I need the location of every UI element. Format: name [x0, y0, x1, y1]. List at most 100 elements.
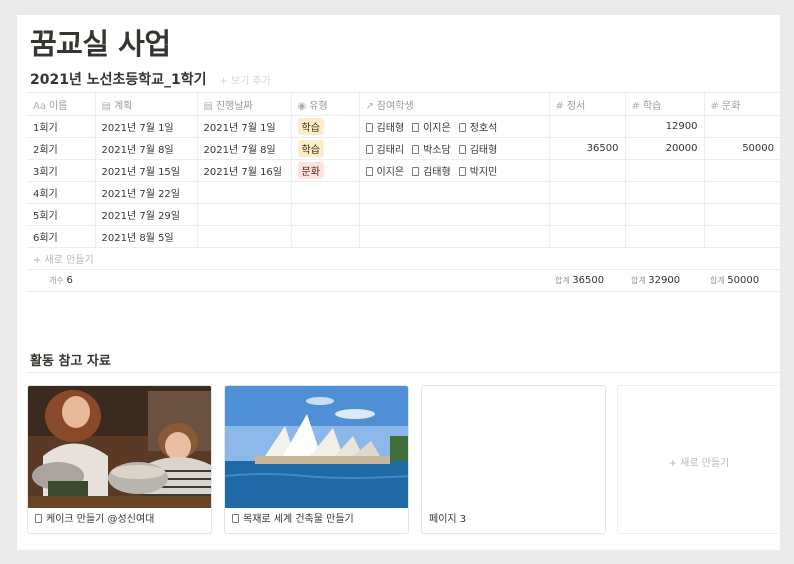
database-title-text: 2021년 노선초등학교_1학기 [30, 72, 207, 88]
cell-type[interactable]: 학습 [291, 115, 360, 138]
cell-students[interactable] [359, 181, 550, 204]
relation-student[interactable]: 김태형 [365, 119, 404, 134]
cell-name[interactable]: 2회기 [27, 137, 96, 160]
column-header-study[interactable]: # 학습 [625, 92, 705, 116]
new-row[interactable]: + 새로 만들기 [27, 247, 780, 270]
column-header-name[interactable]: Aa 이름 [27, 92, 96, 116]
section-title: 활동 참고 자료 [30, 354, 111, 369]
cell-type[interactable] [291, 181, 360, 204]
table-row[interactable]: 3회기 2021년 7월 15일 2021년 7월 16일 문화 이지은 김태형 박지민 [27, 159, 780, 182]
table-row[interactable]: 2회기 2021년 7월 8일 2021년 7월 8일 학습 김태리 박소담 김태형 3650… [27, 137, 780, 160]
relation-student[interactable]: 정호석 [458, 119, 497, 134]
column-header-plan[interactable]: ▤ 계획 [95, 92, 198, 116]
sum-study: 합계 32900 [631, 275, 680, 286]
column-header-students[interactable]: ↗ 참여학생 [359, 92, 550, 116]
relation-student[interactable]: 박지민 [458, 163, 497, 178]
calculation-cell[interactable]: 합계 50000 [704, 269, 780, 292]
new-row-button[interactable]: + 새로 만들기 [27, 247, 780, 270]
table-row[interactable]: 5회기 2021년 7월 29일 [27, 203, 780, 226]
card-label: 목재로 세계 건축물 만들기 [243, 514, 354, 525]
relation-student[interactable]: 이지은 [412, 119, 451, 134]
cell-type[interactable] [291, 203, 360, 226]
cell-students[interactable]: 김태형 이지은 정호석 [359, 115, 550, 138]
table-row[interactable]: 6회기 2021년 8월 5일 [27, 225, 780, 248]
cell-plan[interactable]: 2021년 8월 5일 [95, 225, 198, 248]
cell-study[interactable] [625, 181, 705, 204]
cell-study[interactable] [625, 159, 705, 182]
type-tag: 문화 [297, 162, 324, 179]
cell-study[interactable] [625, 203, 705, 226]
cell-date[interactable] [197, 225, 292, 248]
table-row[interactable]: 1회기 2021년 7월 1일 2021년 7월 1일 학습 김태형 이지은 정호석 1290… [27, 115, 780, 138]
cell-date[interactable]: 2021년 7월 16일 [197, 159, 292, 182]
cell-study[interactable]: 12900 [625, 115, 705, 138]
gallery-card-architecture[interactable]: 목재로 세계 건축물 만들기 [224, 385, 409, 534]
cell-plan[interactable]: 2021년 7월 8일 [95, 137, 198, 160]
column-header-culture[interactable]: # 문화 [704, 92, 780, 116]
relation-student[interactable]: 김태리 [365, 141, 405, 156]
cell-students[interactable]: 이지은 김태형 박지민 [359, 159, 550, 182]
column-header-emotion[interactable]: # 정서 [549, 92, 626, 116]
cell-students[interactable] [359, 225, 550, 248]
student-name: 김태리 [376, 145, 405, 156]
cell-date[interactable]: 2021년 7월 8일 [197, 137, 292, 160]
cell-plan[interactable]: 2021년 7월 1일 [95, 115, 198, 138]
cell-culture[interactable] [704, 181, 780, 204]
table-header-row: Aa 이름 ▤ 계획 ▤ 진행날짜 ◉ 유형 ↗ 참여학생 # 정서 # 학습 # 문화 [27, 92, 780, 116]
gallery-new-card-button[interactable]: + 새로 만들기 [617, 385, 780, 534]
students-property-icon: ↗ [365, 100, 374, 112]
calculation-cell[interactable]: 개수 6 [27, 269, 95, 292]
gallery-card-cake[interactable]: 케이크 만들기 @성신여대 [27, 385, 212, 534]
cell-name[interactable]: 6회기 [27, 225, 96, 248]
cell-emotion[interactable] [549, 181, 626, 204]
column-header-label: 학습 [642, 100, 662, 112]
cell-name[interactable]: 4회기 [27, 181, 96, 204]
cell-emotion[interactable] [549, 203, 626, 226]
cell-type[interactable]: 학습 [291, 137, 360, 160]
cell-type[interactable]: 문화 [291, 159, 360, 182]
cell-plan[interactable]: 2021년 7월 29일 [95, 203, 198, 226]
cell-name[interactable]: 5회기 [27, 203, 96, 226]
cell-type[interactable] [291, 225, 360, 248]
cell-emotion[interactable] [549, 115, 626, 138]
cell-culture[interactable] [704, 115, 780, 138]
cell-culture[interactable] [704, 203, 780, 226]
count-calculation: 개수 6 [49, 275, 73, 286]
column-header-type[interactable]: ◉ 유형 [291, 92, 360, 116]
cell-date[interactable]: 2021년 7월 1일 [197, 115, 292, 138]
cell-students[interactable] [359, 203, 550, 226]
gallery-card-page3[interactable]: 페이지 3 [421, 385, 606, 534]
calculation-cell[interactable]: 합계 32900 [625, 269, 704, 292]
cell-emotion[interactable] [549, 225, 626, 248]
cell-emotion[interactable] [549, 159, 626, 182]
cell-culture[interactable] [704, 159, 780, 182]
calculation-cell[interactable] [95, 269, 549, 292]
sum-culture: 합계 50000 [710, 275, 759, 286]
database-title[interactable]: 2021년 노선초등학교_1학기 + 보기 추가 [30, 69, 271, 89]
cell-name[interactable]: 3회기 [27, 159, 96, 182]
type-tag: 학습 [297, 118, 324, 135]
cell-students[interactable]: 김태리 박소담 김태형 [359, 137, 550, 160]
table-row[interactable]: 4회기 2021년 7월 22일 [27, 181, 780, 204]
cell-plan[interactable]: 2021년 7월 15일 [95, 159, 198, 182]
cell-date[interactable] [197, 181, 292, 204]
cell-study[interactable] [625, 225, 705, 248]
calculation-cell[interactable]: 합계 36500 [549, 269, 625, 292]
add-view-button[interactable]: + 보기 추가 [219, 76, 271, 87]
relation-student[interactable]: 이지은 [365, 163, 404, 178]
relation-student[interactable]: 김태형 [412, 163, 451, 178]
cell-emotion[interactable]: 36500 [549, 137, 626, 160]
cell-study[interactable]: 20000 [625, 137, 705, 160]
name-property-icon: Aa [33, 100, 46, 112]
column-header-date[interactable]: ▤ 진행날짜 [197, 92, 292, 116]
cell-date[interactable] [197, 203, 292, 226]
sum-value: 36500 [572, 275, 605, 286]
card-cover-baking-photo [28, 386, 211, 508]
cell-name[interactable]: 1회기 [27, 115, 96, 138]
relation-student[interactable]: 김태형 [458, 141, 497, 156]
date-property-icon: ▤ [203, 100, 213, 112]
cell-culture[interactable] [704, 225, 780, 248]
cell-plan[interactable]: 2021년 7월 22일 [95, 181, 198, 204]
relation-student[interactable]: 박소담 [412, 141, 451, 156]
cell-culture[interactable]: 50000 [704, 137, 780, 160]
